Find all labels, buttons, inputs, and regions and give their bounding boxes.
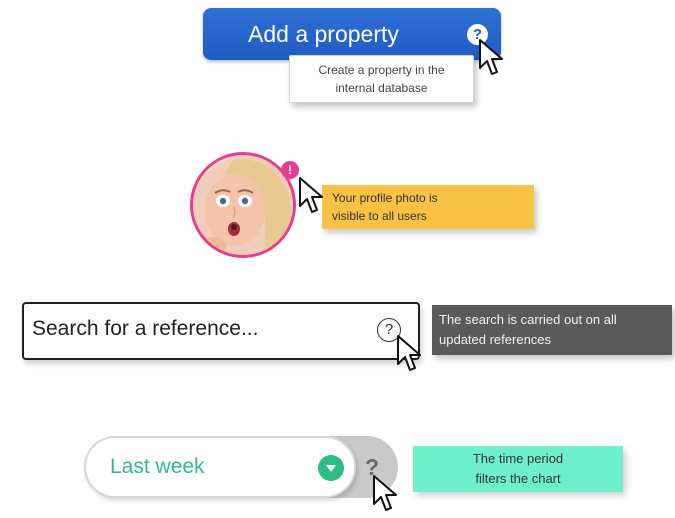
chevron-down-icon[interactable] [318,455,344,481]
tooltip-line: updated references [439,332,552,347]
period-tooltip: The time period filters the chart [413,446,623,492]
mouse-pointer-icon [479,39,503,75]
property-tooltip: Create a property in the internal databa… [289,55,474,103]
add-property-button[interactable]: Add a property [203,8,501,60]
mouse-pointer-icon [397,335,421,371]
tooltip-line: The search is carried out on all [439,312,617,327]
mouse-pointer-icon [299,177,323,213]
search-tooltip: The search is carried out on all updated… [432,305,672,355]
profile-photo-image [193,155,293,255]
tooltip-line: visible to all users [332,209,427,223]
mouse-pointer-icon [373,475,397,511]
tooltip-line: Your profile photo is [332,191,438,205]
add-property-label: Add a property [248,21,399,47]
tooltip-line: The time period [472,451,564,466]
tooltip-line: filters the chart [475,471,561,486]
tooltip-line: internal database [335,81,428,95]
period-dropdown-value: Last week [110,455,205,478]
profile-alert-badge: ! [281,161,299,179]
profile-tooltip: Your profile photo is visible to all use… [322,185,534,229]
search-placeholder: Search for a reference... [32,317,259,340]
tooltip-line: Create a property in the [318,63,445,77]
